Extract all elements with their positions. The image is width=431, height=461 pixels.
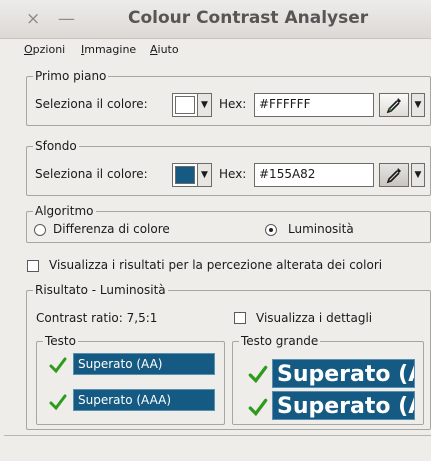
large-text-aaa-result: Superato (AAA) xyxy=(272,391,415,420)
large-text-legend: Testo grande xyxy=(239,334,321,348)
eyedropper-icon xyxy=(386,98,401,114)
check-icon xyxy=(248,365,268,384)
close-icon[interactable]: × xyxy=(26,9,40,29)
window-title: Colour Contrast Analyser xyxy=(128,8,369,28)
status-bar xyxy=(4,435,431,461)
algorithm-legend: Algoritmo xyxy=(33,204,96,218)
check-icon xyxy=(49,357,67,374)
radio-luminosity[interactable] xyxy=(265,224,277,236)
result-legend: Risultato - Luminosità xyxy=(33,283,168,297)
menu-bar: Opzioni Immagine Aiuto xyxy=(0,39,431,61)
menu-immagine[interactable]: Immagine xyxy=(81,43,136,56)
foreground-color-combo[interactable]: ▼ xyxy=(172,93,212,117)
foreground-hex-label: Hex: xyxy=(219,97,247,111)
text-aaa-result: Superato (AAA) xyxy=(73,389,215,411)
background-hex-label: Hex: xyxy=(219,167,247,181)
menu-opzioni[interactable]: Opzioni xyxy=(24,43,65,56)
chevron-down-icon: ▼ xyxy=(197,164,211,186)
large-text-aa-result: Superato (AA) xyxy=(272,359,415,388)
background-legend: Sfondo xyxy=(33,139,79,153)
background-select-label: Seleziona il colore: xyxy=(35,167,148,181)
background-eyedropper-button[interactable] xyxy=(379,163,409,187)
foreground-legend: Primo piano xyxy=(33,69,109,83)
foreground-swatch xyxy=(175,96,195,114)
altered-perception-checkbox[interactable] xyxy=(27,260,39,272)
eyedropper-icon xyxy=(386,168,401,184)
details-checkbox[interactable] xyxy=(234,312,246,324)
details-label: Visualizza i dettagli xyxy=(256,311,373,325)
check-icon xyxy=(248,398,268,417)
window-titlebar: × — Colour Contrast Analyser xyxy=(0,0,431,39)
altered-perception-label: Visualizza i risultati per la percezione… xyxy=(49,258,383,272)
menu-aiuto[interactable]: Aiuto xyxy=(150,43,179,56)
foreground-select-label: Seleziona il colore: xyxy=(35,97,148,111)
text-aa-result: Superato (AA) xyxy=(73,353,215,375)
foreground-eyedropper-button[interactable] xyxy=(379,93,409,117)
check-icon xyxy=(49,394,67,411)
background-hex-input[interactable]: #155A82 xyxy=(254,163,374,187)
chevron-down-icon[interactable]: ▼ xyxy=(411,163,425,187)
foreground-hex-input[interactable]: #FFFFFF xyxy=(254,93,374,117)
minimize-icon[interactable]: — xyxy=(58,9,75,29)
contrast-ratio-text: Contrast ratio: 7,5:1 xyxy=(36,311,158,325)
radio-color-difference-label: Differenza di colore xyxy=(53,222,170,236)
radio-color-difference[interactable] xyxy=(34,224,46,236)
radio-luminosity-label: Luminosità xyxy=(288,222,354,236)
text-legend: Testo xyxy=(43,334,78,348)
background-color-combo[interactable]: ▼ xyxy=(172,163,212,187)
background-swatch xyxy=(175,166,195,184)
chevron-down-icon[interactable]: ▼ xyxy=(411,93,425,117)
chevron-down-icon: ▼ xyxy=(197,94,211,116)
